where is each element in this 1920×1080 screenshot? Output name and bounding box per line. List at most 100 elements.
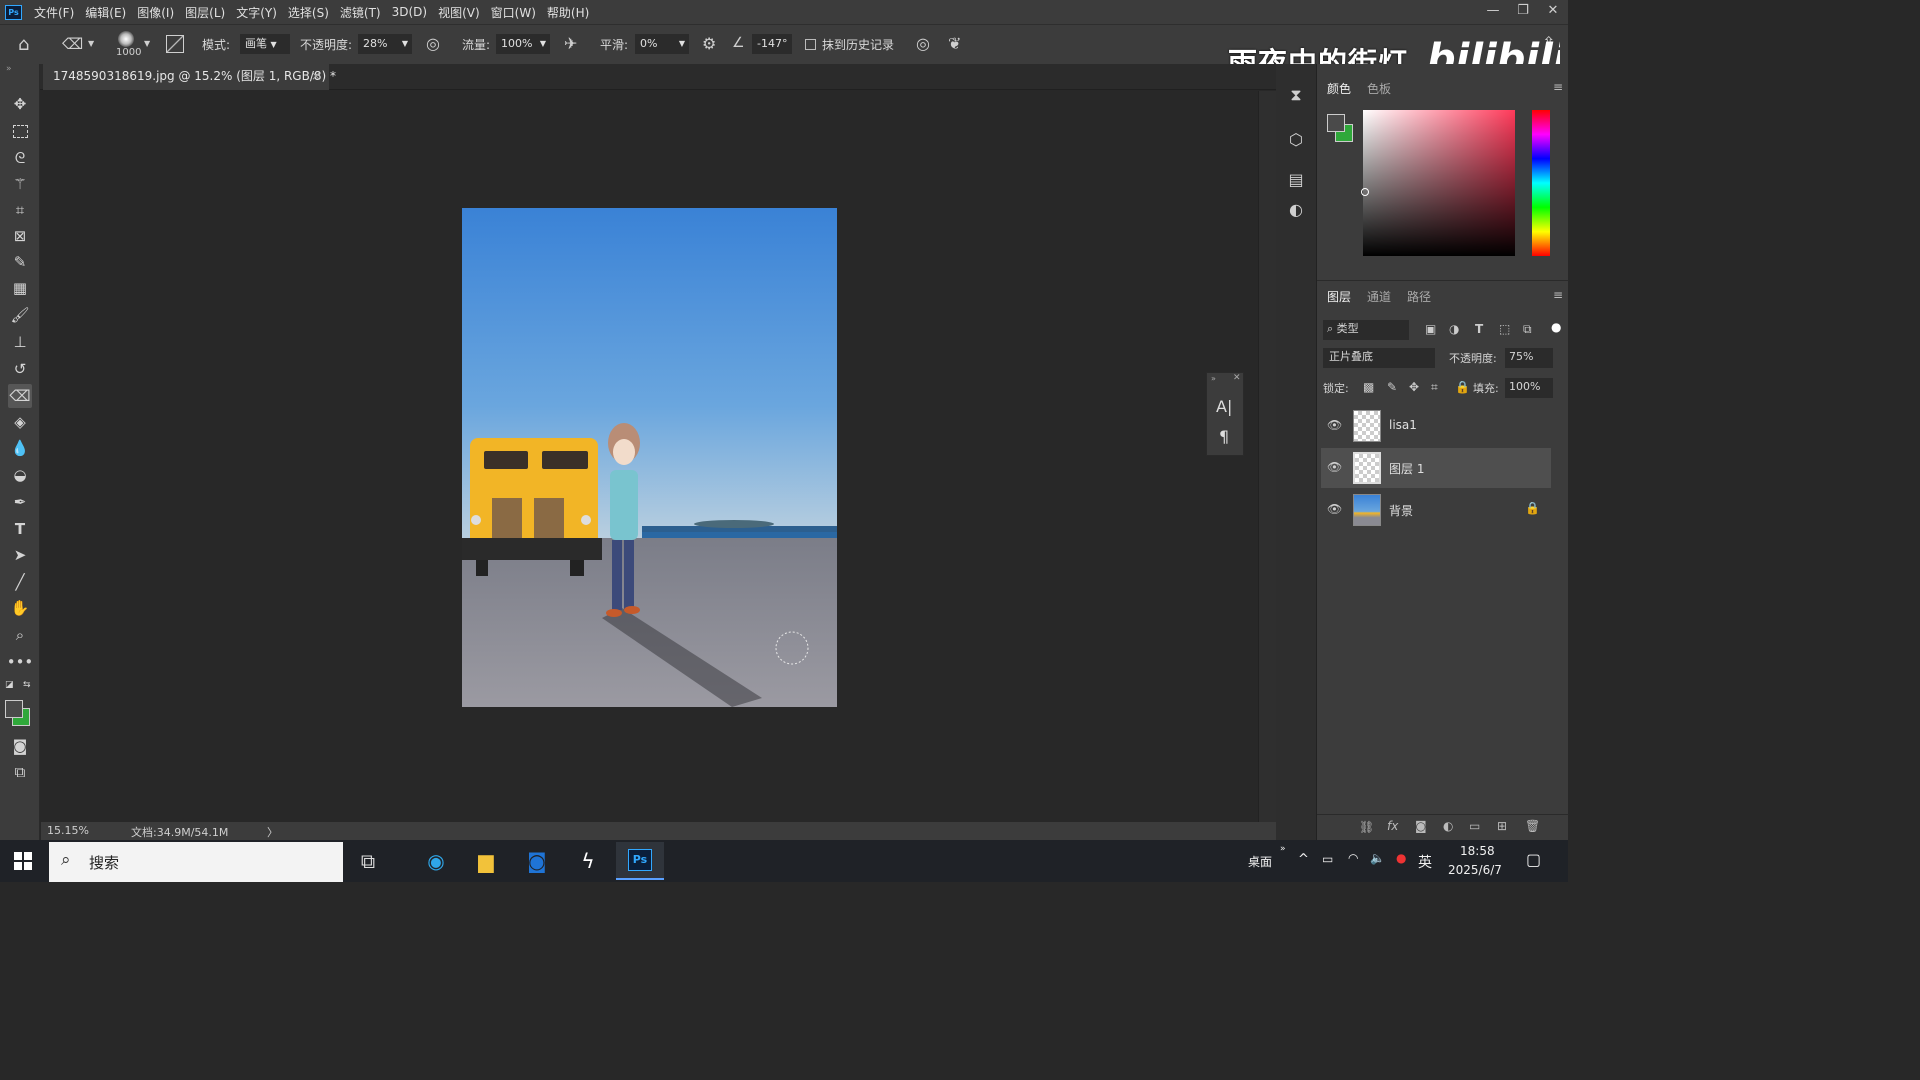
type-tool-icon[interactable]: T: [8, 517, 32, 541]
menu-file[interactable]: 文件(F): [34, 4, 74, 21]
eye-icon[interactable]: 👁: [1327, 418, 1342, 432]
foreground-color-swatch[interactable]: [1327, 114, 1345, 132]
volume-icon[interactable]: 🔈: [1370, 851, 1385, 865]
angle-input[interactable]: -147°: [752, 34, 792, 54]
eyedropper-tool-icon[interactable]: ✎: [8, 250, 32, 274]
filter-toggle-icon[interactable]: ●: [1551, 320, 1561, 334]
paragraph-icon[interactable]: ¶: [1219, 427, 1229, 446]
ime-indicator[interactable]: 英: [1418, 852, 1432, 872]
adjustment-layer-icon[interactable]: ◐: [1443, 819, 1453, 833]
healing-brush-tool-icon[interactable]: ▦: [8, 276, 32, 300]
default-colors-icon[interactable]: ◪: [5, 680, 14, 690]
layer-row-layer1[interactable]: 👁 图层 1: [1321, 448, 1551, 488]
close-tab-icon[interactable]: ×: [311, 64, 321, 88]
restore-icon[interactable]: ❐: [1508, 0, 1538, 24]
photoshop-taskbar-button[interactable]: Ps: [616, 842, 664, 880]
menu-select[interactable]: 选择(S): [288, 4, 329, 21]
new-layer-icon[interactable]: ⊞: [1497, 819, 1507, 833]
move-tool-icon[interactable]: ✥: [8, 92, 32, 116]
photoshop-logo-icon[interactable]: Ps: [5, 4, 22, 20]
gear-icon[interactable]: ⚙: [702, 34, 716, 53]
task-view-icon[interactable]: ⧉: [346, 842, 390, 880]
brush-preview-icon[interactable]: [118, 31, 134, 47]
fx-icon[interactable]: fx: [1387, 819, 1398, 833]
color-field[interactable]: [1363, 110, 1515, 256]
lock-pixels-icon[interactable]: ✎: [1387, 380, 1397, 394]
adjustment-filter-icon[interactable]: ◑: [1449, 322, 1459, 336]
dodge-tool-icon[interactable]: ◒: [8, 463, 32, 487]
eye-icon[interactable]: 👁: [1327, 460, 1342, 474]
smart-object-filter-icon[interactable]: ⧉: [1523, 322, 1532, 337]
erase-to-history-checkbox[interactable]: [805, 39, 816, 50]
menu-help[interactable]: 帮助(H): [547, 4, 589, 21]
home-icon[interactable]: ⌂: [18, 34, 29, 55]
eraser-tool-preset-icon[interactable]: ⌫: [62, 35, 83, 53]
zoom-level[interactable]: 15.15%: [47, 824, 89, 837]
crop-tool-icon[interactable]: ⌗: [8, 198, 32, 222]
history-brush-tool-icon[interactable]: ↺: [8, 357, 32, 381]
marquee-tool-icon[interactable]: [8, 119, 32, 143]
zoom-tool-icon[interactable]: ⌕: [8, 623, 32, 647]
tab-channels[interactable]: 通道: [1367, 288, 1391, 305]
app-lightning-icon[interactable]: ϟ: [566, 842, 610, 880]
document-canvas[interactable]: [462, 208, 837, 707]
tab-color[interactable]: 颜色: [1327, 80, 1351, 97]
lock-transparency-icon[interactable]: ▩: [1363, 380, 1374, 394]
3d-panel-icon[interactable]: ⬡: [1281, 124, 1311, 154]
frame-tool-icon[interactable]: ⊠: [8, 224, 32, 248]
tray-overflow-icon[interactable]: ^: [1298, 852, 1309, 867]
mode-select[interactable]: 画笔 ▼: [240, 34, 290, 54]
history-panel-icon[interactable]: ⧗: [1281, 80, 1311, 110]
magic-wand-tool-icon[interactable]: ⚚: [8, 172, 32, 196]
fill-input[interactable]: 100%: [1505, 378, 1553, 398]
minimize-icon[interactable]: —: [1478, 0, 1508, 24]
pressure-opacity-icon[interactable]: ◎: [426, 34, 440, 53]
lasso-tool-icon[interactable]: ᘓ: [8, 146, 32, 170]
blur-tool-icon[interactable]: 💧: [8, 436, 32, 460]
close-icon[interactable]: ✕: [1233, 373, 1241, 383]
line-tool-icon[interactable]: ╱: [8, 570, 32, 594]
desktop-label[interactable]: 桌面: [1248, 853, 1272, 870]
tray-app-icon[interactable]: ●: [1396, 851, 1406, 865]
collapse-icon[interactable]: »: [1211, 374, 1216, 383]
menu-filter[interactable]: 滤镜(T): [340, 4, 381, 21]
windows-start-icon[interactable]: [14, 852, 32, 870]
trash-icon[interactable]: 🗑: [1525, 819, 1540, 833]
collapse-icon[interactable]: »: [6, 64, 12, 74]
pen-tool-icon[interactable]: ✒: [8, 490, 32, 514]
symmetry-icon[interactable]: ❦: [948, 34, 961, 53]
quick-mask-icon[interactable]: ◙: [8, 734, 32, 758]
smoothing-input[interactable]: 0% ▼: [635, 34, 689, 54]
lock-artboard-icon[interactable]: ⌗: [1431, 380, 1438, 395]
tab-paths[interactable]: 路径: [1407, 288, 1431, 305]
pressure-size-icon[interactable]: ◎: [916, 34, 930, 53]
menu-3d[interactable]: 3D(D): [392, 5, 427, 19]
shape-filter-icon[interactable]: ⬚: [1499, 322, 1510, 336]
menu-window[interactable]: 窗口(W): [491, 4, 536, 21]
menu-view[interactable]: 视图(V): [438, 4, 480, 21]
opacity-input[interactable]: 28% ▼: [358, 34, 412, 54]
battery-icon[interactable]: ▭: [1322, 852, 1333, 866]
panel-menu-icon[interactable]: ≡: [1553, 288, 1563, 302]
chevron-right-icon[interactable]: »: [1280, 844, 1286, 854]
outlook-icon[interactable]: ◙: [515, 842, 559, 880]
clock-time[interactable]: 18:58: [1460, 844, 1495, 858]
panel-menu-icon[interactable]: ≡: [1553, 80, 1563, 94]
brush-settings-panel-icon[interactable]: [166, 35, 184, 53]
link-layers-icon[interactable]: ⛓: [1359, 820, 1374, 834]
pixel-filter-icon[interactable]: ▣: [1425, 322, 1436, 336]
layer-filter-select[interactable]: ⌕ 类型: [1323, 320, 1409, 340]
flow-input[interactable]: 100% ▼: [496, 34, 550, 54]
layer-row-lisa1[interactable]: 👁 lisa1: [1321, 406, 1551, 446]
add-mask-icon[interactable]: ◙: [1415, 819, 1427, 833]
edge-browser-icon[interactable]: ◉: [414, 842, 458, 880]
document-tab[interactable]: 1748590318619.jpg @ 15.2% (图层 1, RGB/8) …: [43, 64, 336, 90]
lock-all-icon[interactable]: 🔒: [1455, 380, 1470, 394]
lock-position-icon[interactable]: ✥: [1409, 380, 1419, 394]
vertical-scrollbar[interactable]: [1258, 91, 1276, 822]
chevron-down-icon[interactable]: ▼: [88, 39, 94, 48]
file-explorer-icon[interactable]: ▆: [464, 842, 508, 880]
hand-tool-icon[interactable]: ✋: [8, 596, 32, 620]
airbrush-icon[interactable]: ✈: [564, 34, 577, 53]
menu-image[interactable]: 图像(I): [137, 4, 174, 21]
